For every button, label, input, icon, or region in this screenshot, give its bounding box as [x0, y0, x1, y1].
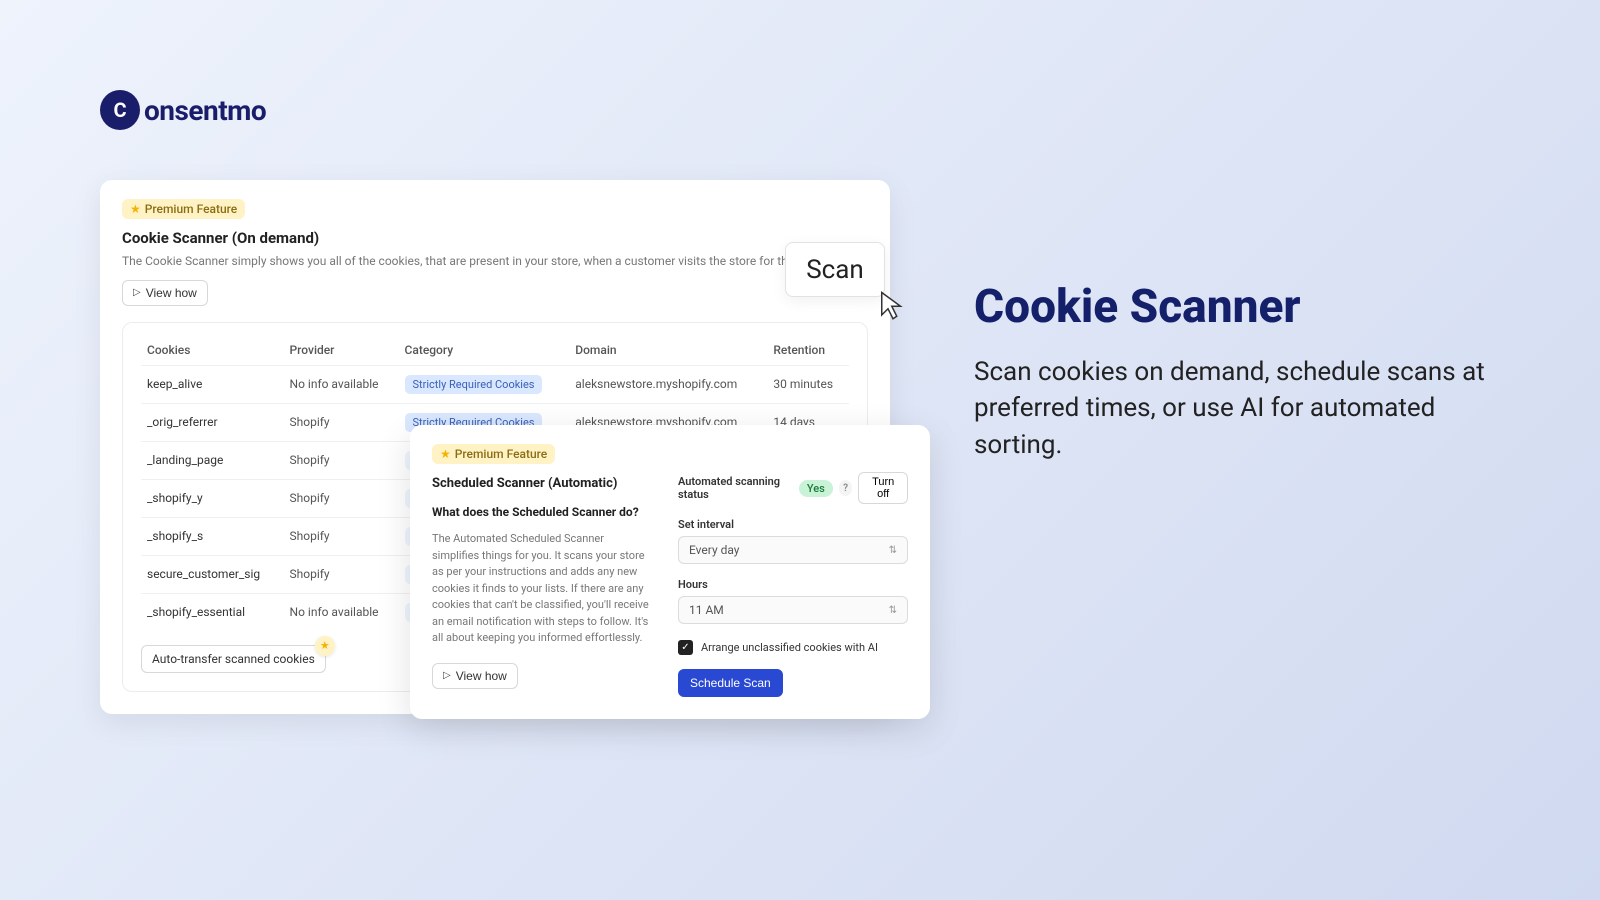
cell-cookie: keep_alive	[141, 365, 284, 403]
col-retention: Retention	[767, 333, 849, 366]
card2-question: What does the Scheduled Scanner do?	[432, 505, 652, 519]
cell-provider: No info available	[284, 365, 399, 403]
help-icon[interactable]: ?	[839, 480, 853, 496]
cell-cookie: _orig_referrer	[141, 403, 284, 441]
interval-value: Every day	[689, 543, 739, 557]
cell-provider: Shopify	[284, 403, 399, 441]
play-icon: ▷	[443, 670, 451, 681]
star-icon: ★	[315, 636, 335, 656]
ai-label: Arrange unclassified cookies with AI	[701, 641, 878, 654]
turn-off-button[interactable]: Turn off	[858, 472, 908, 504]
col-domain: Domain	[569, 333, 767, 366]
status-row: Automated scanning status Yes ? Turn off	[678, 472, 908, 504]
cell-provider: Shopify	[284, 517, 399, 555]
card2-left: Scheduled Scanner (Automatic) What does …	[432, 472, 652, 697]
view-how-label: View how	[456, 669, 507, 683]
cell-provider: Shopify	[284, 555, 399, 593]
hours-value: 11 AM	[689, 603, 724, 617]
view-how-label: View how	[146, 286, 197, 300]
cell-cookie: _shopify_essential	[141, 593, 284, 631]
premium-label: Premium Feature	[145, 202, 237, 216]
col-provider: Provider	[284, 333, 399, 366]
cell-provider: Shopify	[284, 441, 399, 479]
ai-checkbox[interactable]: ✓	[678, 640, 693, 655]
star-icon: ★	[130, 202, 141, 216]
cell-cookie: _landing_page	[141, 441, 284, 479]
scheduled-scanner-card: ★ Premium Feature Scheduled Scanner (Aut…	[410, 425, 930, 719]
card2-body: The Automated Scheduled Scanner simplifi…	[432, 531, 652, 647]
auto-transfer-label: Auto-transfer scanned cookies	[152, 652, 315, 666]
table-header-row: Cookies Provider Category Domain Retenti…	[141, 333, 849, 366]
cell-provider: No info available	[284, 593, 399, 631]
scan-button[interactable]: Scan	[785, 242, 885, 297]
table-row: keep_aliveNo info available Strictly Requ…	[141, 365, 849, 403]
status-label: Automated scanning status	[678, 475, 793, 501]
ai-checkbox-row: ✓ Arrange unclassified cookies with AI	[678, 640, 908, 655]
logo-badge: C	[100, 90, 140, 130]
brand-logo: C onsentmo	[100, 90, 266, 130]
hero-subtitle: Scan cookies on demand, schedule scans a…	[974, 354, 1494, 463]
col-category: Category	[399, 333, 570, 366]
cell-retention: 30 minutes	[767, 365, 849, 403]
hero-title: Cookie Scanner	[974, 280, 1301, 334]
schedule-scan-button[interactable]: Schedule Scan	[678, 669, 783, 697]
cursor-icon	[878, 290, 908, 320]
premium-label: Premium Feature	[455, 447, 547, 461]
cell-cookie: _shopify_s	[141, 517, 284, 555]
hours-select[interactable]: 11 AM ⇅	[678, 596, 908, 624]
interval-label: Set interval	[678, 518, 908, 531]
card1-title: Cookie Scanner (On demand)	[122, 229, 868, 247]
cell-cookie: secure_customer_sig	[141, 555, 284, 593]
logo-text: onsentmo	[144, 94, 266, 127]
cell-provider: Shopify	[284, 479, 399, 517]
star-icon: ★	[440, 447, 451, 461]
view-how-button[interactable]: ▷ View how	[432, 663, 518, 689]
view-how-button[interactable]: ▷ View how	[122, 280, 208, 306]
status-value: Yes	[799, 480, 833, 497]
category-pill: Strictly Required Cookies	[405, 375, 543, 394]
auto-transfer-button[interactable]: Auto-transfer scanned cookies ★	[141, 645, 326, 673]
col-cookie: Cookies	[141, 333, 284, 366]
premium-badge: ★ Premium Feature	[432, 444, 555, 464]
premium-badge: ★ Premium Feature	[122, 199, 245, 219]
card2-right: Automated scanning status Yes ? Turn off…	[678, 472, 908, 697]
hours-label: Hours	[678, 578, 908, 591]
interval-select[interactable]: Every day ⇅	[678, 536, 908, 564]
card1-desc: The Cookie Scanner simply shows you all …	[122, 253, 868, 270]
cell-cookie: _shopify_y	[141, 479, 284, 517]
chevron-sort-icon: ⇅	[889, 605, 897, 616]
card2-title: Scheduled Scanner (Automatic)	[432, 476, 652, 491]
cell-domain: aleksnewstore.myshopify.com	[569, 365, 767, 403]
cell-category: Strictly Required Cookies	[399, 365, 570, 403]
chevron-sort-icon: ⇅	[889, 545, 897, 556]
play-icon: ▷	[133, 287, 141, 298]
